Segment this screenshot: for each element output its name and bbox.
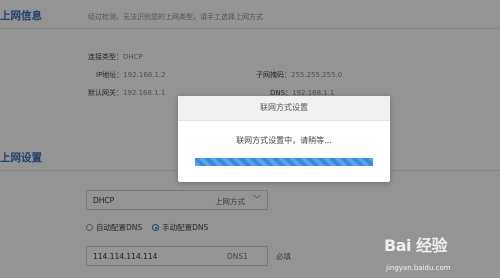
modal-message: 联网方式设置中，请稍等...: [236, 136, 332, 145]
network-setup-modal: 联网方式设置 联网方式设置中，请稍等...: [178, 96, 390, 182]
baidu-jingyan-watermark: Bai 经验: [384, 232, 448, 256]
watermark-brand: Bai 经验: [384, 236, 448, 255]
modal-title: 联网方式设置: [178, 96, 390, 121]
progress-bar: [195, 158, 373, 166]
watermark-url: jingyan.baidu.com: [386, 264, 451, 272]
progress-fill: [195, 158, 373, 166]
